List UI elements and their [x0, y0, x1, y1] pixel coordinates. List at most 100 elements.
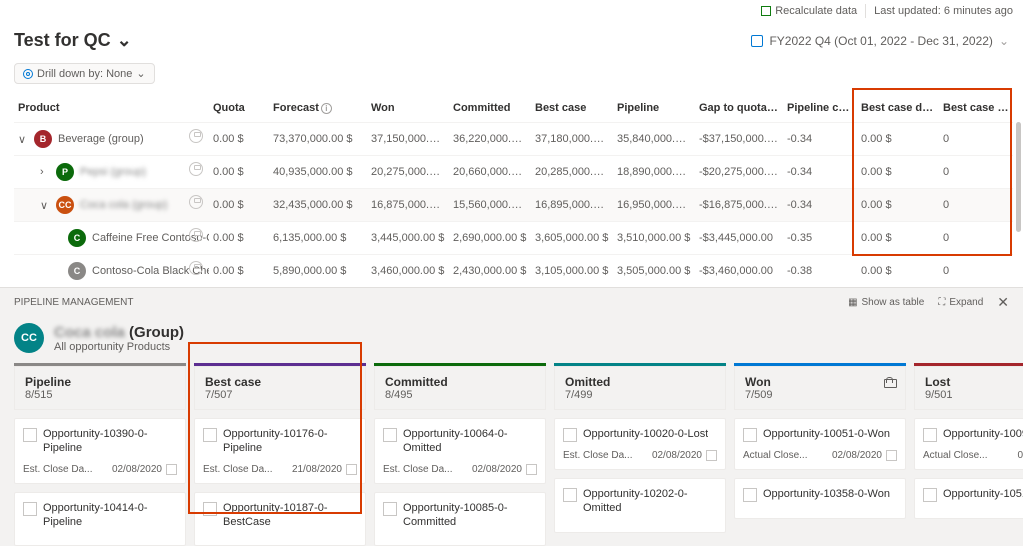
card-title: Opportunity-10187-0-BestCase [223, 501, 357, 530]
card-date-label: Actual Close... [743, 450, 807, 461]
col-header[interactable]: Pipeline cove...i [783, 94, 857, 123]
opportunity-card[interactable]: Opportunity-10064-0-Omitted Est. Close Da… [374, 418, 546, 484]
col-header[interactable]: Product [14, 94, 209, 123]
column-name: Omitted [565, 375, 715, 389]
kanban-column: Best case7/507 Opportunity-10176-0-Pipeli… [194, 363, 366, 546]
period-label: FY2022 Q4 (Oct 01, 2022 - Dec 31, 2022) [769, 34, 992, 48]
card-icon [23, 502, 37, 516]
recalc-button[interactable]: Recalculate data [761, 5, 857, 17]
col-header[interactable]: Best case produ... [939, 94, 1013, 123]
drilldown-selector[interactable]: Drill down by: None ⌄ [14, 63, 155, 84]
col-header[interactable]: Gap to quotai [695, 94, 783, 123]
info-icon[interactable]: i [769, 103, 780, 114]
info-icon[interactable]: i [321, 103, 332, 114]
cell: -$3,445,000.00 [695, 222, 783, 255]
opportunity-card[interactable]: Opportunity-10085-0-Committed [374, 492, 546, 546]
card-icon [563, 428, 577, 442]
row-badge: B [34, 130, 52, 148]
grid-row[interactable]: CCaffeine Free Contoso-Cola0.00 $6,135,0… [14, 222, 1013, 255]
row-badge: C [68, 262, 86, 280]
card-title: Opportunity-10202-0-Omitted [583, 487, 717, 516]
opportunity-card[interactable]: Opportunity-10358-0-Won [734, 478, 906, 519]
column-header[interactable]: Committed8/495 [374, 366, 546, 410]
forecast-grid: ProductQuotaForecastiWonCommittedBest ca… [0, 88, 1023, 287]
cell: -$20,275,000.00 [695, 156, 783, 189]
cell: 3,460,000.00 $ [367, 255, 449, 288]
pipeline-management-panel: PIPELINE MANAGEMENT ▦Show as table ⛶Expa… [0, 287, 1023, 546]
card-title: Opportunity-10064-0-Omitted [403, 427, 537, 456]
card-title: Opportunity-10051-0-Won [763, 427, 890, 441]
grid-row[interactable]: CContoso-Cola Black Cherry Va0.00 $5,890… [14, 255, 1013, 288]
lock-icon [884, 377, 895, 388]
grid-row[interactable]: ∨CCCoca cola (group)0.00 $32,435,000.00 … [14, 189, 1013, 222]
col-header[interactable]: Committed [449, 94, 531, 123]
cell: 6,135,000.00 $ [269, 222, 367, 255]
cell: 3,105,000.00 $ [531, 255, 613, 288]
card-title: Opportunity-10020-0-Lost [583, 427, 708, 441]
cell: -$37,150,000.00 [695, 123, 783, 156]
last-updated-text: Last updated: 6 minutes ago [874, 5, 1013, 17]
pm-group-header: CC Coca cola (Group) All opportunity Pro… [0, 317, 1023, 363]
column-name: Lost [925, 375, 1023, 389]
opportunity-card[interactable]: Opportunity-10051-0-Won Actual Close... 02… [734, 418, 906, 470]
column-cards: Opportunity-10020-0-LostEst. Close Da...… [554, 410, 726, 533]
opportunity-card[interactable]: Opportunity-10414-0-Pipeline [14, 492, 186, 546]
column-header[interactable]: Omitted7/499 [554, 366, 726, 410]
column-header[interactable]: Lost9/501 [914, 366, 1023, 410]
column-header[interactable]: Won7/509 [734, 366, 906, 410]
kanban-board: Pipeline8/515 Opportunity-10390-0-Pipelin… [0, 363, 1023, 546]
chevron-down-icon: ⌄ [136, 67, 145, 80]
grid-row[interactable]: ∨BBeverage (group)0.00 $73,370,000.00 $3… [14, 123, 1013, 156]
opportunity-card[interactable]: Opportunity-10202-0-Omitted [554, 478, 726, 533]
card-icon [203, 502, 217, 516]
cell: 0.00 $ [209, 156, 269, 189]
col-header[interactable]: Forecasti [269, 94, 367, 123]
column-count: 7/507 [205, 389, 355, 401]
opportunity-card[interactable]: Opportunity-10090-Actual Close...02/08/2… [914, 418, 1023, 470]
org-icon [189, 228, 203, 242]
row-badge: CC [56, 196, 74, 214]
close-button[interactable]: ✕ [997, 294, 1009, 311]
cell: 36,220,000.00 $ [449, 123, 531, 156]
grid-row[interactable]: ›PPepsi (group)0.00 $40,935,000.00 $20,2… [14, 156, 1013, 189]
org-icon [189, 162, 203, 176]
col-header[interactable]: Best case [531, 94, 613, 123]
col-header[interactable]: Quota [209, 94, 269, 123]
expand-chevron-icon[interactable]: ∨ [40, 199, 50, 212]
card-date-label: Est. Close Da... [383, 464, 452, 475]
opportunity-card[interactable]: Opportunity-10187-0-BestCase [194, 492, 366, 546]
card-date: 02/08/2020 [652, 450, 702, 461]
opportunity-card[interactable]: Opportunity-10020-0-LostEst. Close Da...… [554, 418, 726, 470]
expand-chevron-icon[interactable]: › [40, 166, 50, 178]
col-header[interactable]: Pipeline [613, 94, 695, 123]
period-selector[interactable]: FY2022 Q4 (Oct 01, 2022 - Dec 31, 2022) … [751, 34, 1009, 48]
cell: 0.00 $ [209, 255, 269, 288]
column-header[interactable]: Best case7/507 [194, 366, 366, 410]
cell: 2,690,000.00 $ [449, 222, 531, 255]
cell: 0.00 $ [209, 189, 269, 222]
col-header[interactable]: Won [367, 94, 449, 123]
expand-button[interactable]: ⛶Expand [938, 297, 983, 308]
opportunity-card[interactable]: Opportunity-10176-0-PipelineEst. Close D… [194, 418, 366, 484]
cell: -0.34 [783, 156, 857, 189]
row-name: Pepsi (group) [80, 166, 146, 178]
card-date: 02/08/2020 [832, 450, 882, 461]
show-as-table-button[interactable]: ▦Show as table [848, 297, 924, 308]
page-title-dropdown[interactable]: Test for QC ⌄ [14, 30, 132, 51]
col-header[interactable]: Best case disco... [857, 94, 939, 123]
calendar-icon [706, 450, 717, 461]
opportunity-card[interactable]: Opportunity-10518- [914, 478, 1023, 519]
opportunity-card[interactable]: Opportunity-10390-0-PipelineEst. Close D… [14, 418, 186, 484]
expand-chevron-icon[interactable]: ∨ [18, 133, 28, 146]
card-icon [743, 428, 757, 442]
cell: 16,895,000.00 $ [531, 189, 613, 222]
scrollbar[interactable] [1016, 122, 1021, 232]
page-header: Test for QC ⌄ FY2022 Q4 (Oct 01, 2022 - … [0, 22, 1023, 59]
card-title: Opportunity-10414-0-Pipeline [43, 501, 177, 530]
column-header[interactable]: Pipeline8/515 [14, 366, 186, 410]
pm-title: PIPELINE MANAGEMENT [14, 297, 133, 308]
expand-icon: ⛶ [938, 297, 945, 308]
cell: 5,890,000.00 $ [269, 255, 367, 288]
card-title: Opportunity-10176-0-Pipeline [223, 427, 357, 456]
card-date: 02/08/202 [1018, 450, 1023, 461]
